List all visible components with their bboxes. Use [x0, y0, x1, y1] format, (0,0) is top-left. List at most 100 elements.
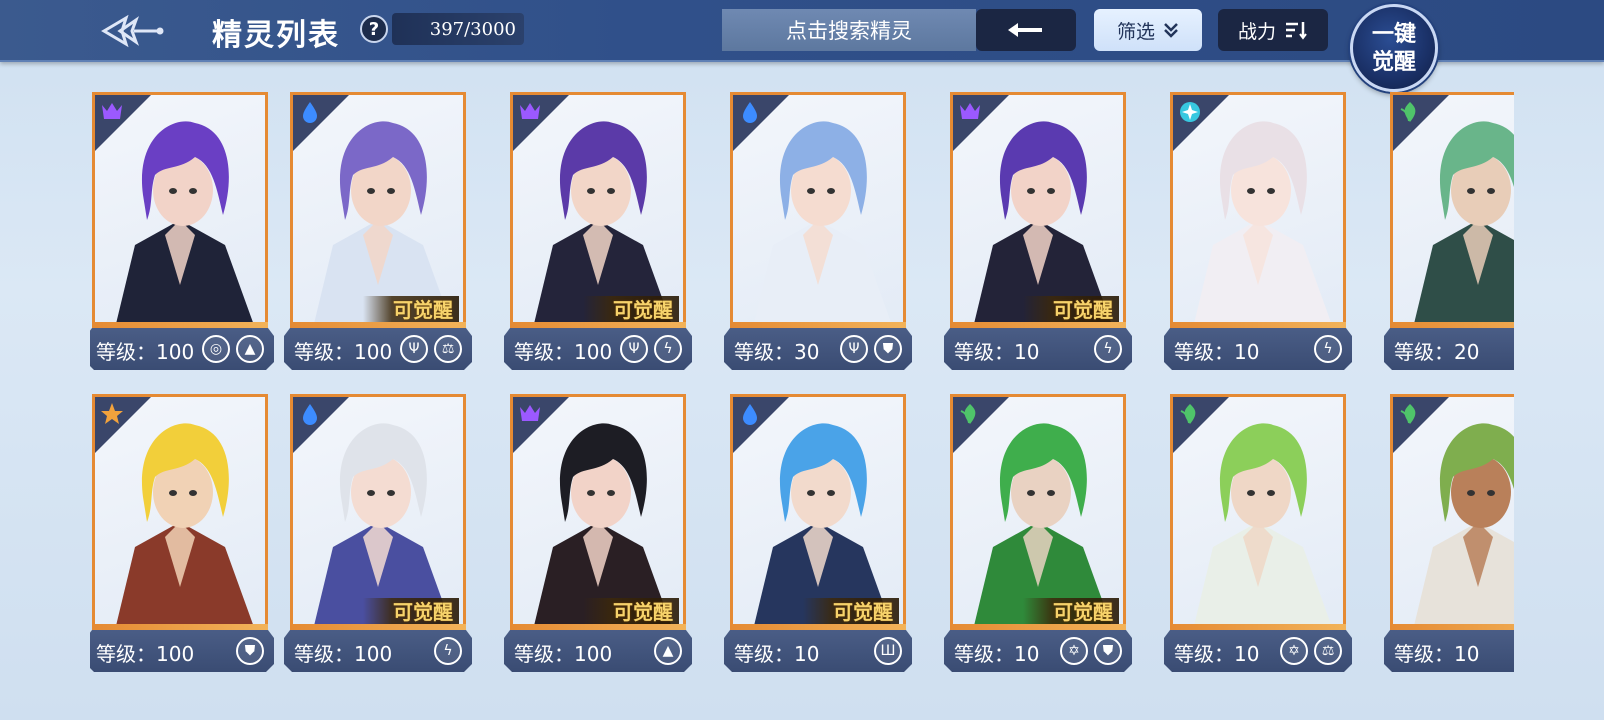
spirit-card[interactable]: 等级：100 ◎ ▲ — [90, 90, 274, 370]
whirl-icon: ◎ — [202, 335, 230, 363]
spirit-level: 等级：10 — [734, 642, 820, 666]
dark-demon-icon — [520, 405, 540, 421]
spirit-portrait — [92, 92, 268, 328]
wind-leaf-icon — [1180, 404, 1196, 424]
spirit-portrait: 可觉醒 — [950, 394, 1126, 630]
spirit-level: 等级：100 — [96, 642, 195, 666]
spirit-card[interactable]: 可觉醒等级：100 ▲ — [504, 392, 692, 672]
awaken-available-badge: 可觉醒 — [1023, 296, 1119, 324]
spirit-level: 等级：100 — [294, 642, 393, 666]
dark-demon-icon — [102, 103, 122, 119]
card-info-plate: 等级：100 Ψ ⚖ — [284, 328, 472, 370]
card-info-plate: 等级：10 ✡ ⚖ — [1164, 630, 1352, 672]
sort-icon — [1286, 22, 1307, 40]
balance-icon: ⚖ — [434, 335, 462, 363]
lightning-icon: ϟ — [434, 637, 462, 665]
trait-icons: ϟ — [1314, 335, 1342, 363]
back-button[interactable] — [976, 9, 1076, 51]
sort-power-button[interactable]: 战力 — [1218, 9, 1328, 51]
awaken-available-badge: 可觉醒 — [583, 296, 679, 324]
card-info-plate: 等级：10 — [1384, 630, 1514, 672]
trait-icons: ◎ ▲ — [202, 335, 264, 363]
spirit-card[interactable]: 等级：100 ⛊ — [90, 392, 274, 672]
page-title: 精灵列表 — [212, 18, 340, 53]
card-info-plate: 等级：100 Ψϟ — [504, 328, 692, 370]
water-drop-icon — [743, 404, 757, 425]
spirit-card[interactable]: 可觉醒等级：100 Ψ ⚖ — [284, 90, 472, 370]
chevron-double-down-icon — [1164, 23, 1178, 38]
spirit-level: 等级：100 — [96, 340, 195, 364]
spirit-card[interactable]: 可觉醒等级：10 ✡ ⛊ — [944, 392, 1132, 672]
card-info-plate: 等级：30 Ψ ⛊ — [724, 328, 912, 370]
spirit-portrait — [92, 394, 268, 630]
dark-demon-icon — [520, 103, 540, 119]
spirit-portrait: 可觉醒 — [950, 92, 1126, 328]
trident-icon: Ψ — [620, 335, 648, 363]
shield-icon: ⛊ — [236, 637, 264, 665]
spirit-card[interactable]: 可觉醒等级：100 ϟ — [284, 392, 472, 672]
spirit-portrait — [1170, 394, 1346, 630]
filter-button[interactable]: 筛选 — [1094, 9, 1202, 51]
hexagram-icon: ✡ — [1060, 637, 1088, 665]
awaken-available-badge: 可觉醒 — [363, 598, 459, 626]
trait-icons: Ψ ⚖ — [400, 335, 462, 363]
trait-icons: ϟ — [1094, 335, 1122, 363]
arrow-left-icon — [1008, 23, 1042, 37]
card-info-plate: 等级：10 ϟ — [944, 328, 1132, 370]
spirit-portrait — [1170, 92, 1346, 328]
sort-label: 战力 — [1237, 20, 1276, 43]
water-drop-icon — [743, 102, 757, 123]
fire-star-icon — [101, 403, 123, 424]
spirit-card[interactable]: 可觉醒等级：10 Ш — [724, 392, 912, 672]
card-info-plate: 等级：100 ⛊ — [90, 630, 274, 672]
trait-icons: ✡ ⛊ — [1060, 637, 1122, 665]
awaken-available-badge: 可觉醒 — [363, 296, 459, 324]
spirit-card[interactable]: 等级：30 Ψ ⛊ — [724, 90, 912, 370]
spirit-level: 等级：10 — [1174, 340, 1260, 364]
wind-leaf-icon — [1400, 102, 1416, 122]
trait-icons: ✡ ⚖ — [1280, 637, 1342, 665]
spirit-portrait — [1390, 394, 1514, 630]
spirit-card[interactable]: 可觉醒等级：100 Ψϟ — [504, 90, 692, 370]
card-info-plate: 等级：100 ◎ ▲ — [90, 328, 274, 370]
trident-icon: Ψ — [400, 335, 428, 363]
spirit-portrait — [1390, 92, 1514, 328]
spirit-portrait: 可觉醒 — [290, 92, 466, 328]
spirit-level: 等级：10 — [954, 642, 1040, 666]
spirit-level: 等级：100 — [294, 340, 393, 364]
lightning-icon: ϟ — [1314, 335, 1342, 363]
spirit-level: 等级：100 — [514, 340, 613, 364]
spirit-card[interactable]: 等级：10 ✡ ⚖ — [1164, 392, 1352, 672]
trident-icon: Ψ — [840, 335, 868, 363]
spirit-card[interactable]: 等级：20 — [1384, 90, 1514, 370]
balance-icon: ⚖ — [1314, 637, 1342, 665]
spirit-card[interactable]: 可觉醒等级：10 ϟ — [944, 90, 1132, 370]
card-info-plate: 等级：100 ▲ — [504, 630, 692, 672]
search-input[interactable]: 点击搜索精灵 — [722, 9, 976, 51]
spirit-logo-icon[interactable] — [96, 10, 166, 52]
spirit-level: 等级：30 — [734, 340, 820, 364]
spirit-grid: 等级：100◎▲ 可觉醒等级：100Ψ⚖ 可觉醒等级：100Ψϟ — [90, 90, 1514, 690]
one-click-awaken-button[interactable]: 一键觉醒 — [1350, 4, 1438, 92]
awaken-label: 一键觉醒 — [1371, 21, 1416, 75]
spirit-count: 397/3000 — [392, 13, 524, 45]
trait-icons: Ψϟ — [620, 335, 682, 363]
spirit-card[interactable]: 等级：10 — [1384, 392, 1514, 672]
trait-icons: ⛊ — [236, 637, 264, 665]
shield-icon: ⛊ — [874, 335, 902, 363]
card-info-plate: 等级：10 Ш — [724, 630, 912, 672]
awaken-available-badge: 可觉醒 — [803, 598, 899, 626]
card-info-plate: 等级：20 — [1384, 328, 1514, 370]
spirit-portrait: 可觉醒 — [510, 92, 686, 328]
water-drop-icon — [303, 102, 317, 123]
spirit-portrait — [730, 92, 906, 328]
book-icon: ▲ — [654, 637, 682, 665]
spirit-portrait: 可觉醒 — [290, 394, 466, 630]
spirit-level: 等级：100 — [514, 642, 613, 666]
awaken-available-badge: 可觉醒 — [583, 598, 679, 626]
spirit-portrait: 可觉醒 — [730, 394, 906, 630]
spirit-card[interactable]: 等级：10 ϟ — [1164, 90, 1352, 370]
light-star-icon — [1180, 102, 1200, 122]
help-button[interactable]: ? — [360, 15, 388, 43]
claw-icon: Ш — [874, 637, 902, 665]
